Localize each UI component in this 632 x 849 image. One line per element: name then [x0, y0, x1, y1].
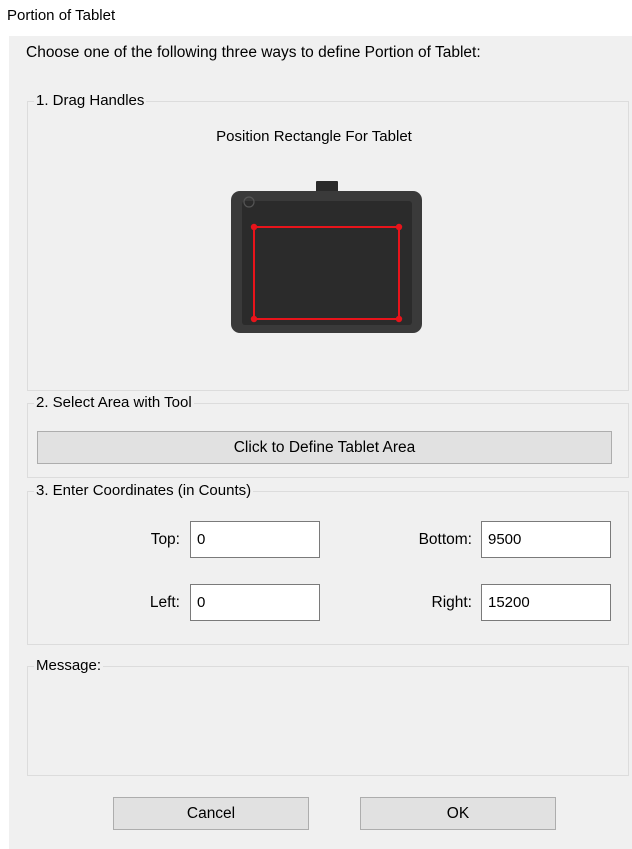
- right-label: Right:: [431, 594, 473, 611]
- group-coordinates: 3. Enter Coordinates (in Counts) Top: 0 …: [27, 481, 629, 645]
- handle-bottom-right[interactable]: [395, 315, 403, 323]
- group-message: Message:: [27, 656, 629, 776]
- group-drag-handles: 1. Drag Handles Position Rectangle For T…: [27, 91, 629, 391]
- cancel-button[interactable]: Cancel: [113, 797, 309, 830]
- window-title: Portion of Tablet: [7, 7, 116, 24]
- tablet-preview: [231, 181, 422, 333]
- tablet-connector: [316, 181, 338, 192]
- handle-top-left[interactable]: [250, 223, 258, 231]
- bottom-input[interactable]: 9500: [481, 521, 611, 558]
- group-message-legend: Message:: [34, 656, 104, 676]
- right-input[interactable]: 15200: [481, 584, 611, 621]
- group-coordinates-legend: 3. Enter Coordinates (in Counts): [34, 481, 254, 501]
- left-label: Left:: [149, 594, 180, 611]
- title-bar: Portion of Tablet: [0, 0, 632, 36]
- handle-top-right[interactable]: [395, 223, 403, 231]
- left-input[interactable]: 0: [190, 584, 320, 621]
- top-label: Top:: [150, 531, 180, 548]
- bottom-label: Bottom:: [418, 531, 472, 548]
- group-select-area-legend: 2. Select Area with Tool: [34, 393, 194, 413]
- group-select-area: 2. Select Area with Tool Click to Define…: [27, 393, 629, 478]
- position-rectangle-title: Position Rectangle For Tablet: [216, 128, 412, 145]
- group-drag-handles-legend: 1. Drag Handles: [34, 91, 147, 111]
- define-tablet-area-button[interactable]: Click to Define Tablet Area: [37, 431, 612, 464]
- ok-button[interactable]: OK: [360, 797, 556, 830]
- tablet-active-area: [242, 201, 412, 325]
- handle-bottom-left[interactable]: [250, 315, 258, 323]
- top-input[interactable]: 0: [190, 521, 320, 558]
- instructions-text: Choose one of the following three ways t…: [26, 44, 481, 61]
